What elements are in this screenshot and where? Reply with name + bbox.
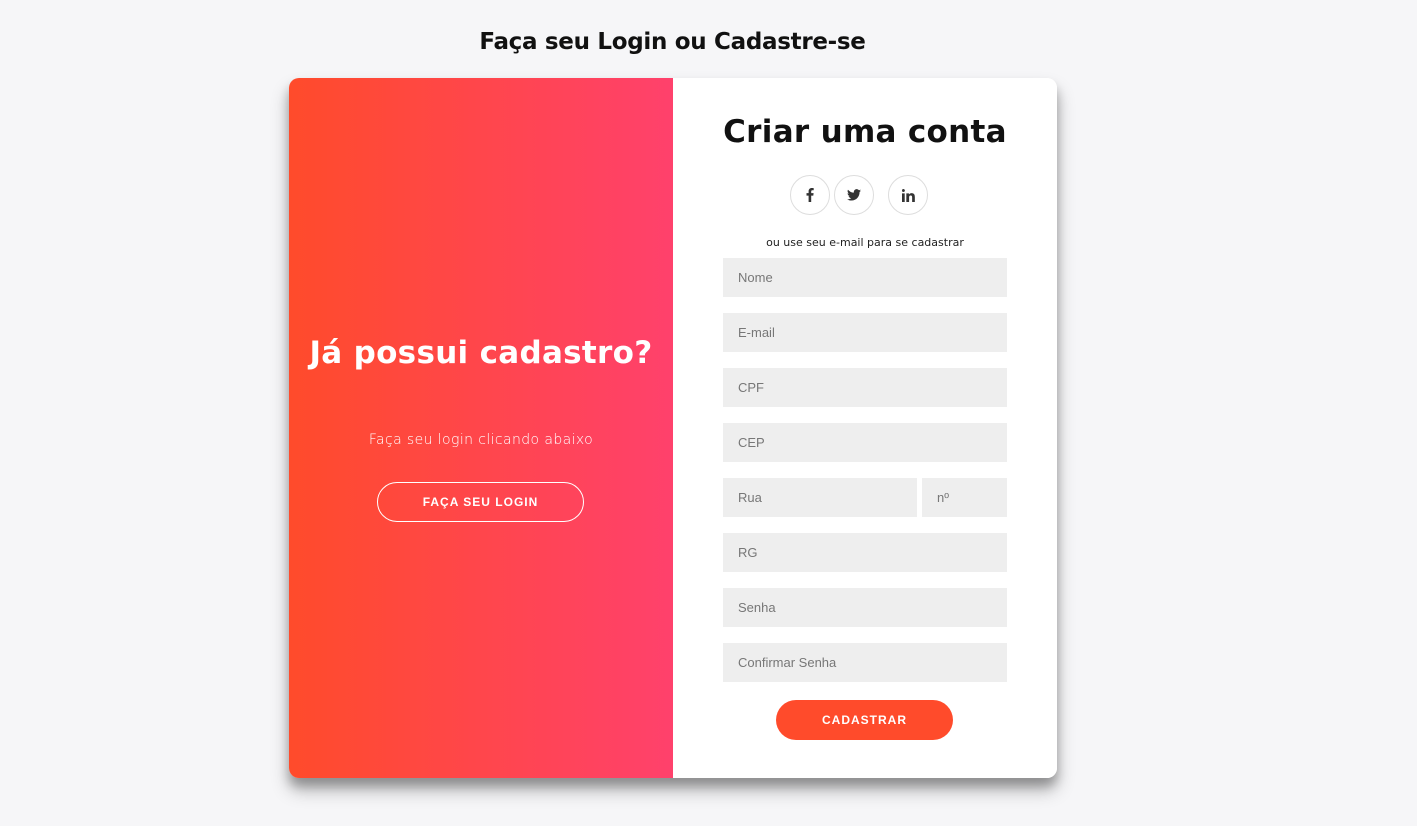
auth-card: Já possui cadastro? Faça seu login clica…: [289, 78, 1057, 778]
facebook-button[interactable]: [790, 175, 830, 215]
signup-panel: Criar uma conta ou use seu e-mail para s…: [673, 78, 1057, 778]
linkedin-button[interactable]: [888, 175, 928, 215]
overlay-text: Faça seu login clicando abaixo: [368, 432, 594, 448]
password-input[interactable]: [723, 588, 1007, 627]
linkedin-icon: [901, 188, 915, 202]
rg-input[interactable]: [723, 533, 1007, 572]
overlay-heading: Já possui cadastro?: [309, 335, 653, 371]
facebook-icon: [806, 188, 814, 202]
street-input[interactable]: [723, 478, 917, 517]
twitter-button[interactable]: [834, 175, 874, 215]
email-input[interactable]: [723, 313, 1007, 352]
cpf-input[interactable]: [723, 368, 1007, 407]
twitter-icon: [847, 189, 861, 201]
confirm-password-input[interactable]: [723, 643, 1007, 682]
page-title: Faça seu Login ou Cadastre-se: [479, 29, 866, 55]
social-divider-text: ou use seu e-mail para se cadastrar: [766, 236, 964, 249]
number-input[interactable]: [922, 478, 1007, 517]
signup-title: Criar uma conta: [723, 114, 1007, 150]
signup-button[interactable]: Cadastrar: [776, 700, 953, 740]
login-button[interactable]: Faça seu login: [377, 482, 584, 522]
name-input[interactable]: [723, 258, 1007, 297]
cep-input[interactable]: [723, 423, 1007, 462]
overlay-panel: Já possui cadastro? Faça seu login clica…: [289, 78, 673, 778]
